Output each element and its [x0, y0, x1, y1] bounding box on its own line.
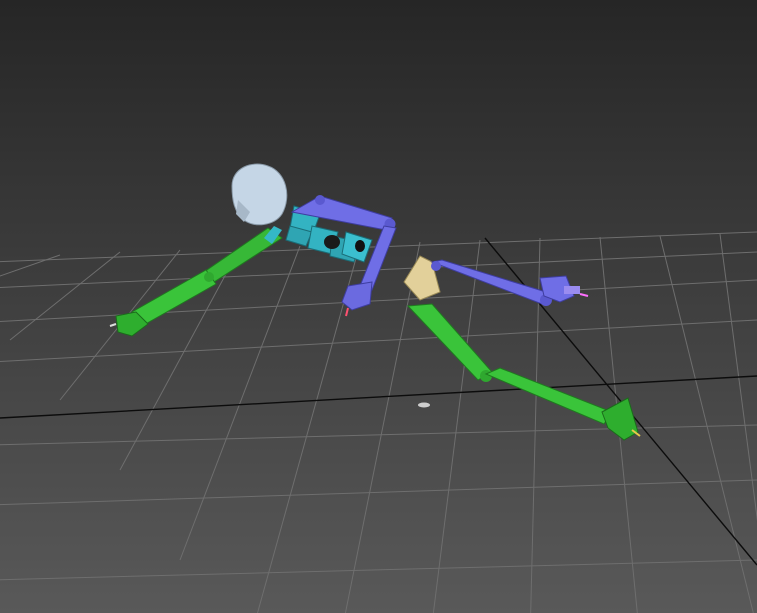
- left-hip-joint[interactable]: [431, 261, 441, 271]
- viewport-canvas[interactable]: [0, 0, 757, 613]
- floor-marker: [418, 402, 430, 408]
- left-toe: [564, 286, 580, 294]
- spine-shadow: [324, 235, 340, 249]
- right-elbow-joint[interactable]: [204, 272, 214, 282]
- left-shoulder-joint[interactable]: [315, 195, 325, 205]
- spine-shadow-2: [355, 240, 365, 252]
- 3d-viewport[interactable]: [0, 0, 757, 613]
- viewport-background: [0, 0, 757, 613]
